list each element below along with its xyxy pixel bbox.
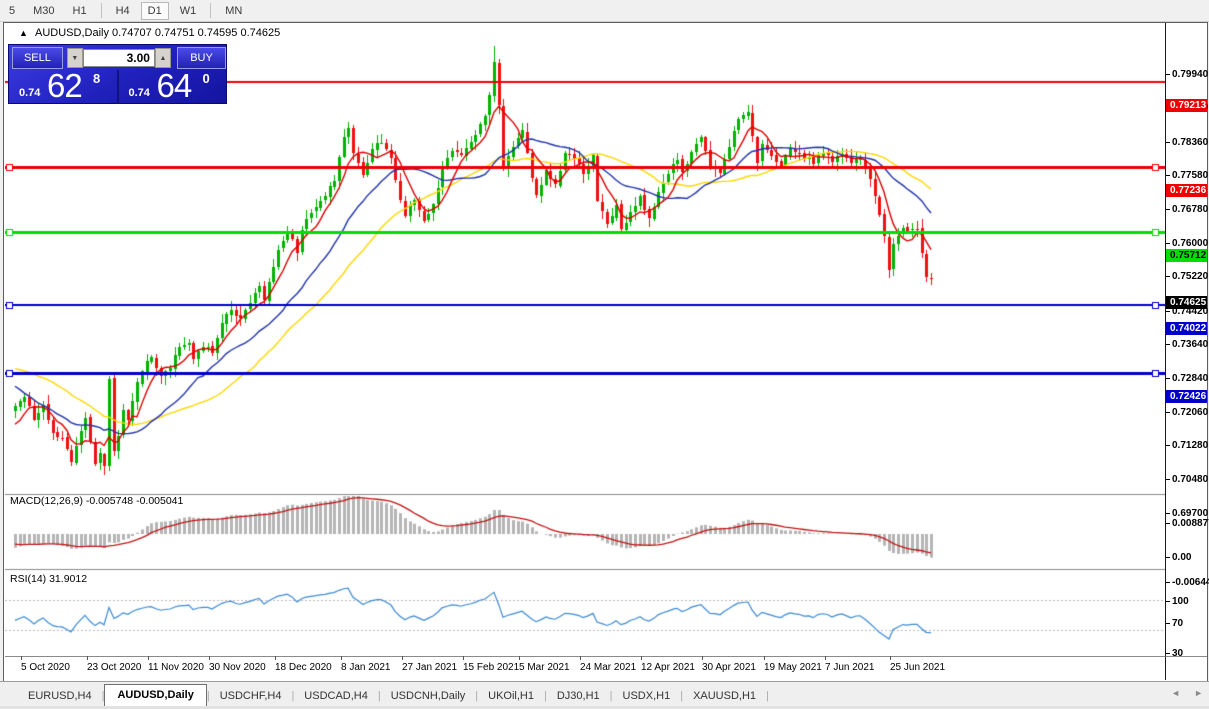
price-tick-label: 0.75220 [1172, 271, 1208, 282]
chart-canvas[interactable] [5, 24, 1165, 656]
rsi-tick-label: 100 [1172, 596, 1189, 607]
price-tick-label: 0.72060 [1172, 407, 1208, 418]
mt4-window: 5M30 H1 H4D1W1 MN AUDUSD,Daily 0.74707 0.74… [0, 0, 1209, 709]
buy-price-sup: 0 [203, 71, 210, 86]
buy-price-prefix: 0.74 [129, 87, 150, 99]
macd-tick-label: 0.008877 [1172, 518, 1209, 529]
price-tick-label: 0.71280 [1172, 440, 1208, 451]
date-tick-label: 27 Jan 2021 [402, 662, 457, 673]
date-tick-label: 30 Nov 2020 [209, 662, 266, 673]
macd-tick-label: 0.00 [1172, 552, 1191, 563]
macd-tick-label: -0.006445 [1172, 577, 1209, 588]
price-tick-label: 0.76000 [1172, 238, 1208, 249]
hline-price-badge: 0.79213 [1166, 99, 1207, 112]
rsi-tick-label: 70 [1172, 618, 1183, 629]
current-price-badge: 0.74625 [1166, 296, 1207, 309]
buy-price-big: 64 [157, 67, 192, 105]
sell-price[interactable]: 0.74 62 8 [9, 70, 119, 104]
date-tick-label: 15 Feb 2021 [463, 662, 519, 673]
chart-tabbar: EURUSD,H4|AUDUSD,Daily|USDCHF,H4|USDCAD,… [0, 681, 1209, 707]
price-tick-label: 0.79940 [1172, 69, 1208, 80]
chart-tab-DJ30-H1[interactable]: DJ30,H1 [547, 686, 610, 707]
date-tick-label: 18 Dec 2020 [275, 662, 332, 673]
hline-price-badge: 0.72426 [1166, 390, 1207, 403]
tab-separator: | [766, 690, 769, 707]
chart-tab-USDCNH-Daily[interactable]: USDCNH,Daily [381, 686, 476, 707]
date-tick-label: 5 Mar 2021 [519, 662, 570, 673]
hline-price-badge: 0.77236 [1166, 184, 1207, 197]
sell-price-sup: 8 [93, 71, 100, 86]
date-tick-label: 23 Oct 2020 [87, 662, 141, 673]
hline-price-badge: 0.75712 [1166, 249, 1207, 262]
toolbar-separator [210, 3, 211, 18]
tab-scroll-right-icon[interactable]: ► [1194, 688, 1203, 698]
hline-price-badge: 0.74022 [1166, 322, 1207, 335]
one-click-collapse-icon[interactable]: ▲ [19, 28, 28, 38]
timeframe-toolbar: 5M30 H1 H4D1W1 MN [0, 0, 1209, 22]
price-tick-label: 0.76780 [1172, 204, 1208, 215]
chart-tab-USDCHF-H4[interactable]: USDCHF,H4 [210, 686, 292, 707]
macd-label: MACD(12,26,9) -0.005748 -0.005041 [10, 495, 183, 507]
buy-price[interactable]: 0.74 64 0 [119, 70, 227, 104]
date-tick-label: 11 Nov 2020 [148, 662, 204, 673]
chart-frame: AUDUSD,Daily 0.74707 0.74751 0.74595 0.7… [3, 22, 1208, 682]
sell-button[interactable]: SELL [12, 47, 63, 69]
price-tick-label: 0.77580 [1172, 170, 1208, 181]
sell-price-prefix: 0.74 [19, 87, 40, 99]
timeframe-button-MN[interactable]: MN [218, 2, 249, 20]
volume-decrease-icon[interactable]: ▼ [67, 48, 83, 68]
volume-increase-icon[interactable]: ▲ [155, 48, 171, 68]
date-tick-label: 12 Apr 2021 [641, 662, 695, 673]
price-tick-label: 0.70480 [1172, 474, 1208, 485]
price-axis[interactable]: 0.799400.791600.783600.775800.767800.760… [1165, 23, 1207, 657]
buy-button[interactable]: BUY [177, 47, 226, 69]
chart-tab-USDCAD-H4[interactable]: USDCAD,H4 [294, 686, 378, 707]
timeframe-button-H4[interactable]: H4 [109, 2, 137, 20]
chart-tab-EURUSD-H4[interactable]: EURUSD,H4 [18, 686, 102, 707]
timeframe-button-H1[interactable]: H1 [66, 2, 94, 20]
axis-corner [1165, 656, 1207, 680]
volume-input[interactable] [83, 49, 155, 67]
date-tick-label: 25 Jun 2021 [890, 662, 945, 673]
chart-tab-UKOil-H1[interactable]: UKOil,H1 [478, 686, 544, 707]
toolbar-separator [101, 3, 102, 18]
timeframe-button-W1[interactable]: W1 [173, 2, 204, 20]
timeframe-button-5[interactable]: 5 [2, 2, 22, 20]
one-click-trading-panel: SELL ▼ ▲ BUY 0.74 62 8 0.74 64 0 [8, 44, 227, 104]
date-tick-label: 8 Jan 2021 [341, 662, 391, 673]
sell-price-big: 62 [47, 67, 82, 105]
price-tick-label: 0.73640 [1172, 339, 1208, 350]
rsi-label: RSI(14) 31.9012 [10, 573, 87, 585]
date-tick-label: 7 Jun 2021 [825, 662, 875, 673]
date-tick-label: 5 Oct 2020 [21, 662, 70, 673]
price-tick-label: 0.72840 [1172, 373, 1208, 384]
date-axis[interactable]: 5 Oct 2020 23 Oct 2020 11 Nov 2020 30 Nov 2… [5, 656, 1165, 680]
timeframe-button-M30[interactable]: M30 [26, 2, 61, 20]
date-tick-label: 19 May 2021 [764, 662, 822, 673]
chart-tab-AUDUSD-Daily[interactable]: AUDUSD,Daily [104, 684, 206, 707]
date-tick-label: 24 Mar 2021 [580, 662, 636, 673]
symbol-header: AUDUSD,Daily 0.74707 0.74751 0.74595 0.7… [35, 27, 280, 39]
tab-scroll-left-icon[interactable]: ◄ [1171, 688, 1180, 698]
timeframe-button-D1[interactable]: D1 [141, 2, 169, 20]
chart-tab-XAUUSD-H1[interactable]: XAUUSD,H1 [683, 686, 766, 707]
price-tick-label: 0.78360 [1172, 137, 1208, 148]
chart-tab-USDX-H1[interactable]: USDX,H1 [613, 686, 681, 707]
tab-scroll: ◄ ► [1171, 688, 1203, 698]
date-tick-label: 30 Apr 2021 [702, 662, 756, 673]
